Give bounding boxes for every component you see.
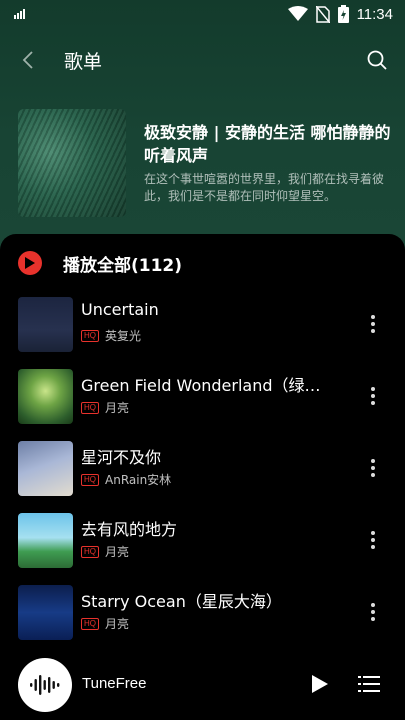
hq-badge: HQ	[81, 545, 99, 558]
clock: 11:34	[356, 5, 393, 23]
queue-list-icon	[358, 676, 380, 692]
more-options-button[interactable]	[363, 598, 383, 626]
playlist-description: 在这个事世喧嚣的世界里，我们都在找寻着彼此，我们是不是都在同时仰望星空。	[144, 172, 385, 203]
player-artwork[interactable]	[18, 658, 72, 712]
song-row[interactable]: Starry Ocean（星辰大海） HQ 月亮	[0, 582, 405, 642]
search-button[interactable]	[363, 46, 391, 74]
status-bar: 11:34	[0, 0, 405, 28]
more-options-button[interactable]	[363, 310, 383, 338]
song-title: Uncertain	[81, 300, 159, 319]
song-row[interactable]: Uncertain HQ 英复光	[0, 294, 405, 354]
page-title: 歌单	[64, 51, 103, 73]
mini-player[interactable]: TuneFree	[0, 650, 405, 720]
hq-badge: HQ	[81, 617, 99, 630]
song-artist: 英复光	[105, 329, 142, 343]
wifi-icon	[287, 6, 308, 21]
hq-badge: HQ	[81, 329, 99, 342]
player-title: TuneFree	[82, 675, 147, 692]
song-cover	[18, 585, 73, 640]
more-options-button[interactable]	[363, 526, 383, 554]
song-title: 星河不及你	[81, 448, 162, 467]
song-title: Green Field Wonderland（绿…	[81, 376, 321, 395]
song-artist: AnRain安林	[105, 473, 172, 487]
song-row[interactable]: 星河不及你 HQ AnRain安林	[0, 438, 405, 498]
song-cover	[18, 513, 73, 568]
play-all-label: 播放全部(112)	[63, 255, 183, 276]
more-options-button[interactable]	[363, 382, 383, 410]
back-button[interactable]	[14, 46, 42, 74]
chevron-left-icon	[22, 51, 33, 69]
song-row[interactable]: 去有风的地方 HQ 月亮	[0, 510, 405, 570]
playlist-title: 极致安静 | 安静的生活 哪怕静静的听着风声	[144, 123, 391, 165]
song-artist: 月亮	[105, 617, 130, 631]
song-list-panel: 播放全部(112) Uncertain HQ 英复光 Green Field W…	[0, 234, 405, 720]
song-artist: 月亮	[105, 545, 130, 559]
play-all-button[interactable]: 播放全部(112)	[18, 250, 182, 276]
song-title: Starry Ocean（星辰大海）	[81, 592, 282, 611]
song-artist: 月亮	[105, 401, 130, 415]
song-cover	[18, 441, 73, 496]
signal-icon	[14, 9, 25, 19]
play-icon	[312, 675, 328, 693]
hq-badge: HQ	[81, 401, 99, 414]
search-icon	[367, 50, 387, 70]
battery-charging-icon	[337, 5, 349, 23]
playlist-cover[interactable]	[18, 109, 126, 217]
app-bar: 歌单	[0, 38, 405, 82]
playlist-header: 11:34 歌单 极致安静 | 安静的生活 哪怕静静的听着风声 在这个事世喧嚣的…	[0, 0, 405, 250]
more-options-button[interactable]	[363, 454, 383, 482]
song-cover	[18, 369, 73, 424]
song-row[interactable]: Green Field Wonderland（绿… HQ 月亮	[0, 366, 405, 426]
song-title: 去有风的地方	[81, 520, 178, 539]
hq-badge: HQ	[81, 473, 99, 486]
playlist-button[interactable]	[356, 672, 382, 696]
no-sim-icon	[315, 5, 330, 23]
waveform-icon	[30, 675, 60, 695]
play-button[interactable]	[306, 670, 334, 698]
song-cover	[18, 297, 73, 352]
play-circle-icon	[18, 251, 42, 275]
